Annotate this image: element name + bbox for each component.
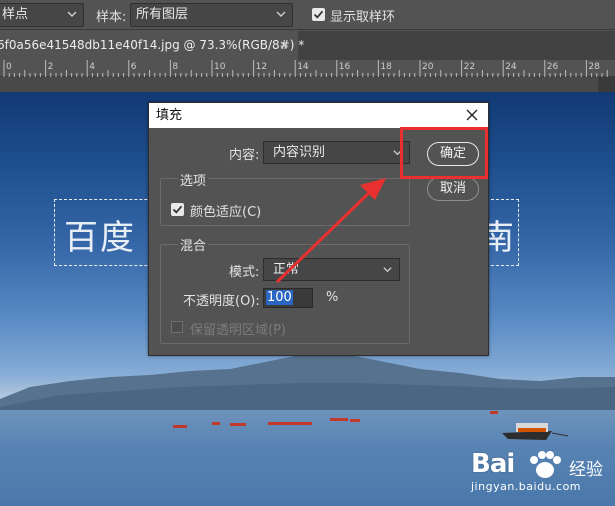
annotation-arrow-icon	[275, 178, 386, 284]
photoshop-window: 样点 样本: 所有图层 显示取样环 6f0a56e41548db11e40f14…	[0, 0, 615, 506]
